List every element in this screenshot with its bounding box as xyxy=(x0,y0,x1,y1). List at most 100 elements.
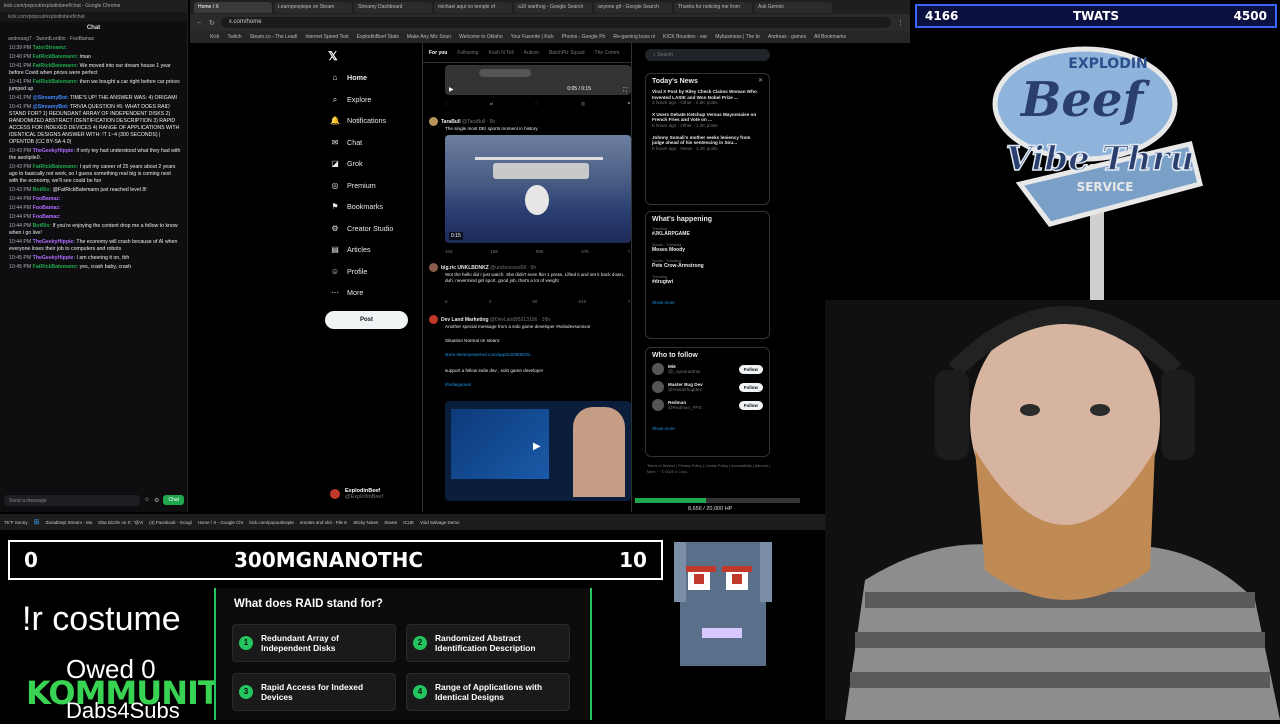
bookmark-item[interactable]: Steam.co - The Leadi xyxy=(250,34,298,40)
news-item[interactable]: Johnny Somali's mother seeks leniency fr… xyxy=(652,135,763,152)
trend-item[interactable]: Trending #JKLARPGAME xyxy=(652,227,763,237)
trend-item[interactable]: Trending #drugtwt xyxy=(652,275,763,285)
bookmark-item[interactable]: KICK Bounties - ear xyxy=(663,34,707,40)
news-item[interactable]: Viral X Post by Riley Check Claims Woman… xyxy=(652,89,763,106)
menu-icon[interactable]: ⋮ xyxy=(897,19,904,27)
feed-tab[interactable]: Autism xyxy=(524,50,539,56)
show-more-link[interactable]: Show more xyxy=(652,426,675,431)
post-hashtag[interactable]: #indiegames xyxy=(445,382,631,388)
view-count[interactable]: 619 xyxy=(579,299,587,305)
nav-item-more[interactable]: ⋯ More xyxy=(330,288,363,297)
follow-button[interactable]: Follow xyxy=(738,382,763,392)
post-image[interactable]: 0:15 xyxy=(445,135,631,243)
post-header[interactable]: TaraBull @TaraBull · 5h xyxy=(429,117,629,126)
nav-item-premium[interactable]: ◎ Premium xyxy=(330,181,376,190)
taskbar-item[interactable]: emotes and shit - File E xyxy=(300,520,347,525)
browser-tab[interactable]: a10 warthog - Google Search xyxy=(514,1,592,13)
post-header[interactable]: Dev Land Marketing @DevLand95213156 · 16… xyxy=(429,315,629,324)
start-icon[interactable]: ⊞ xyxy=(34,518,40,526)
view-count[interactable]: 47K xyxy=(581,249,589,255)
bookmark-item[interactable]: Kick xyxy=(210,34,219,40)
url-field[interactable]: x.com/home xyxy=(220,17,891,28)
close-icon[interactable]: ✕ xyxy=(758,77,763,84)
nav-item-profile[interactable]: ☺ Profile xyxy=(330,267,367,276)
back-icon[interactable]: ← xyxy=(196,19,203,26)
follow-suggestion[interactable]: Mi6 @i_spearadmin Follow xyxy=(652,363,763,375)
play-icon[interactable]: ▶ xyxy=(449,86,454,93)
nav-item-articles[interactable]: ▤ Articles xyxy=(330,245,370,254)
browser-tab[interactable]: Thanks for noticing me from xyxy=(674,1,752,13)
taskbar-item[interactable]: Home / X - Google Chr xyxy=(198,520,244,525)
taskbar-item[interactable]: Dba Dizzle on X: "@Vi xyxy=(98,520,143,525)
bookmark-item[interactable]: Twitch xyxy=(227,34,241,40)
repost-count[interactable]: 3 xyxy=(489,299,492,305)
feed-tab[interactable]: The Comm xyxy=(595,50,620,56)
x-logo-icon[interactable]: 𝕏 xyxy=(328,49,338,63)
browser-tab[interactable]: anyone gif - Google Search xyxy=(594,1,672,13)
chat-username[interactable]: TheGeekyHippie: xyxy=(33,255,75,261)
profile-mini[interactable]: ExplodinBeef @ExplodinBeef xyxy=(330,488,383,500)
bookmark-icon[interactable]: ⚑ xyxy=(627,101,631,107)
chat-username[interactable]: FatRickBatemann: xyxy=(33,164,79,170)
views-icon[interactable]: ▥ xyxy=(581,101,585,107)
chat-url[interactable]: kick.com/popout/explodinbeef/chat xyxy=(0,12,187,22)
chat-username[interactable]: TheGeekyHippie: xyxy=(33,239,75,245)
gear-icon[interactable]: ⚙ xyxy=(154,497,159,504)
follow-button[interactable]: Follow xyxy=(738,400,763,410)
feed-tab[interactable]: Following xyxy=(457,50,478,56)
fullscreen-icon[interactable]: ⛶ xyxy=(623,87,627,93)
bookmark-item[interactable]: ExplodinBeef Stats xyxy=(357,34,399,40)
bookmark-item[interactable]: Re-gaming boss ni xyxy=(613,34,655,40)
news-item[interactable]: X Users Debate Ketchup Versus Mayonnaise… xyxy=(652,112,763,129)
chat-input[interactable]: Send a message xyxy=(4,494,140,506)
nav-item-home[interactable]: ⌂ Home xyxy=(330,73,367,82)
follow-button[interactable]: Follow xyxy=(738,364,763,374)
post-button[interactable]: Post xyxy=(325,311,408,329)
bookmark-item[interactable]: Make Any Mic Soun xyxy=(407,34,451,40)
show-more-link[interactable]: Show more xyxy=(652,300,675,305)
browser-tab[interactable]: Home / X xyxy=(194,1,272,13)
share-icon[interactable]: ⇪ xyxy=(627,299,631,305)
weather[interactable]: 75°F Sunny xyxy=(4,520,28,525)
nav-item-chat[interactable]: ✉ Chat xyxy=(330,138,363,147)
chat-username[interactable]: FooBamaz: xyxy=(33,196,61,202)
emote-icon[interactable]: ☺ xyxy=(144,497,150,503)
bookmark-item[interactable]: Photos - Google Ph xyxy=(562,34,606,40)
chat-username[interactable]: FatRickBatemann: xyxy=(33,79,79,85)
browser-tab[interactable]: Streamy Dashboard xyxy=(354,1,432,13)
chat-send-button[interactable]: Chat xyxy=(163,495,184,505)
chat-username[interactable]: FatRickBatemann: xyxy=(33,264,79,270)
chat-username[interactable]: FooBamaz: xyxy=(33,205,61,211)
video-player[interactable]: ▶ 0:05 / 0:15 ⛶ xyxy=(445,65,631,95)
repost-icon[interactable]: ⇄ xyxy=(489,101,493,107)
nav-item-creator-studio[interactable]: ⚙ Creator Studio xyxy=(330,224,393,233)
nav-item-grok[interactable]: ◪ Grok xyxy=(330,159,362,168)
post-hashtag-text[interactable]: #indiegames xyxy=(445,382,471,387)
reply-icon[interactable]: ◌ xyxy=(445,101,448,107)
nav-item-notifications[interactable]: 🔔 Notifications xyxy=(330,116,386,125)
like-icon[interactable]: ♡ xyxy=(535,101,539,107)
feed-tab[interactable]: BatchPlz Squad xyxy=(549,50,585,56)
taskbar-item[interactable]: Steam xyxy=(384,520,397,525)
reply-count[interactable]: 104 xyxy=(445,249,453,255)
chat-username[interactable]: FooBamaz: xyxy=(33,214,61,220)
taskbar-item[interactable]: ICUE xyxy=(403,520,414,525)
chat-username[interactable]: FatRickBatemann: xyxy=(33,63,79,69)
trend-item[interactable]: Sports · Trending Pete Crow-Armstrong xyxy=(652,259,763,269)
post-header[interactable]: big.ric UNKLBDNKZ @unclericoso58 · 6h xyxy=(429,263,629,272)
taskbar-item[interactable]: ZaradDayl Stream - Mu xyxy=(45,520,92,525)
taskbar-item[interactable]: kick.com/popout/exple xyxy=(249,520,294,525)
bookmark-item[interactable]: All Bookmarks xyxy=(814,34,846,40)
post-video[interactable]: ▶ xyxy=(445,401,631,501)
chat-username[interactable]: @StreamyBot: xyxy=(33,104,69,110)
browser-tab[interactable]: Learnpeoplepe on Steam xyxy=(274,1,352,13)
follow-suggestion[interactable]: Master Bug Dev @masterbugdev Follow xyxy=(652,381,763,393)
bookmark-item[interactable]: Mybusiness | The br xyxy=(715,34,760,40)
feed-tab[interactable]: For you xyxy=(429,50,447,56)
chat-username[interactable]: TheGeekyHippie: xyxy=(33,148,75,154)
trend-item[interactable]: Sports · Trending Moses Moody xyxy=(652,243,763,253)
search-input[interactable]: ⌕ Search xyxy=(645,49,770,61)
chat-username[interactable]: BotRix: xyxy=(33,187,51,193)
nav-item-bookmarks[interactable]: ⚑ Bookmarks xyxy=(330,202,383,211)
bookmark-item[interactable]: Your Favorite | Kick xyxy=(511,34,554,40)
